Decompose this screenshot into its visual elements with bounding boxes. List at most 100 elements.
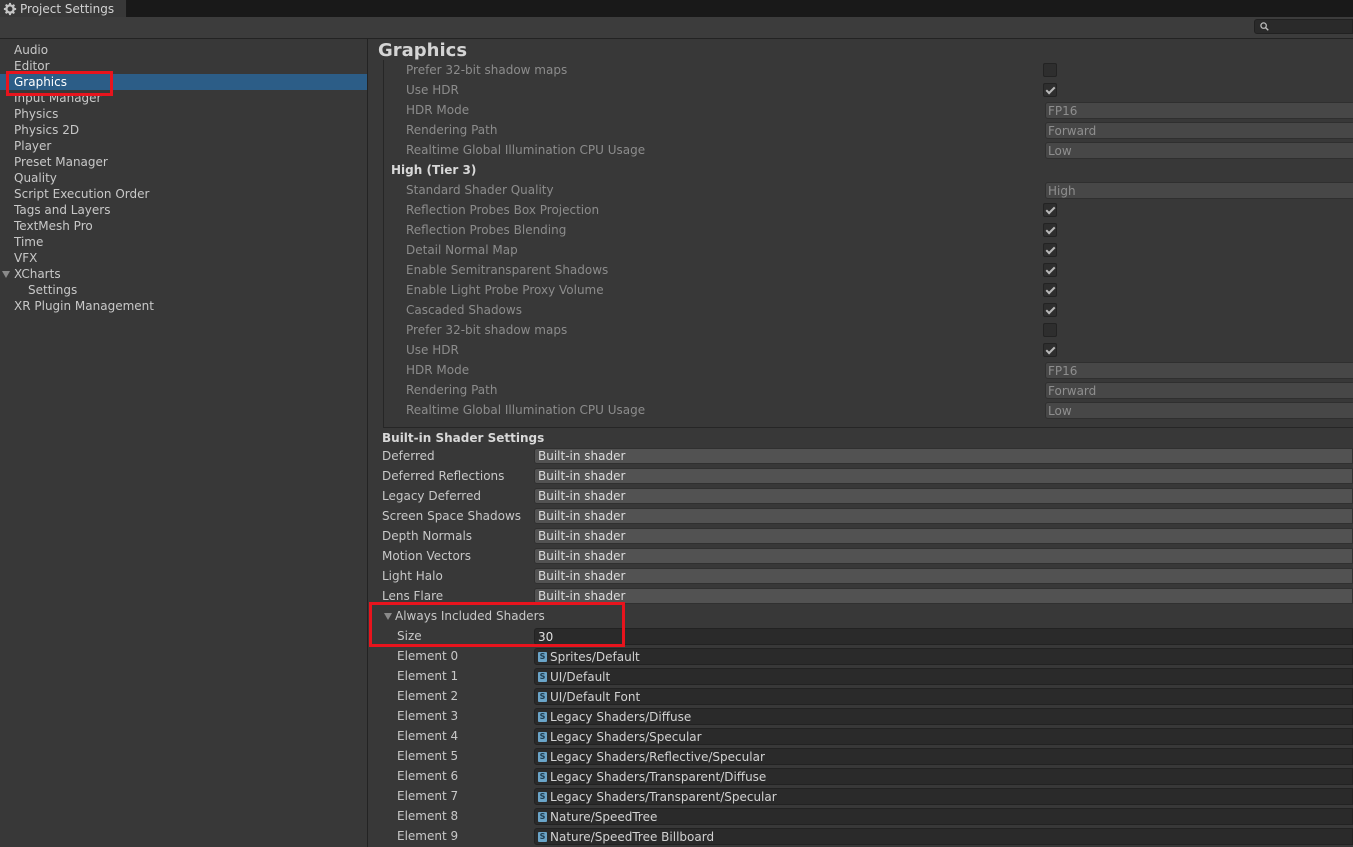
- sidebar-item-script-execution-order[interactable]: Script Execution Order: [0, 186, 367, 202]
- use-hdr-checkbox[interactable]: [1043, 343, 1057, 357]
- sidebar-item-xr-plugin-management[interactable]: XR Plugin Management: [0, 298, 367, 314]
- shader-object-field[interactable]: S Legacy Shaders/Diffuse: [534, 708, 1353, 725]
- enable-light-probe-proxy-volume-checkbox[interactable]: [1043, 283, 1057, 297]
- builtin-shader-row: Deferred Reflections Built-in shader: [368, 466, 1353, 486]
- shader-icon: S: [538, 772, 547, 782]
- sidebar-item-player[interactable]: Player: [0, 138, 367, 154]
- sidebar-item-physics[interactable]: Physics: [0, 106, 367, 122]
- shader-object-field[interactable]: S Legacy Shaders/Transparent/Diffuse: [534, 768, 1353, 785]
- sidebar-item-xcharts-settings[interactable]: Settings: [0, 282, 367, 298]
- shader-object-field[interactable]: S Sprites/Default: [534, 648, 1353, 665]
- depth-normals-shader-dropdown[interactable]: Built-in shader: [534, 528, 1353, 544]
- shader-object-field[interactable]: S Nature/SpeedTree: [534, 808, 1353, 825]
- deferred-reflections-shader-dropdown[interactable]: Built-in shader: [534, 468, 1353, 484]
- dropdown-value: Forward: [1048, 384, 1097, 398]
- shader-object-field[interactable]: S UI/Default Font: [534, 688, 1353, 705]
- lens-flare-shader-dropdown[interactable]: Built-in shader: [534, 588, 1353, 604]
- dropdown-value: Built-in shader: [538, 549, 626, 563]
- motion-vectors-shader-dropdown[interactable]: Built-in shader: [534, 548, 1353, 564]
- rendering-path-dropdown[interactable]: Forward: [1045, 382, 1353, 399]
- prefer-32bit-shadow-maps-checkbox[interactable]: [1043, 323, 1057, 337]
- always-included-shaders-foldout[interactable]: Always Included Shaders: [368, 606, 1353, 626]
- shader-icon: S: [538, 732, 547, 742]
- realtime-gi-cpu-usage-dropdown[interactable]: Low: [1045, 142, 1353, 159]
- setting-row: Realtime Global Illumination CPU Usage L…: [368, 140, 1353, 160]
- setting-label: Cascaded Shadows: [406, 303, 522, 317]
- setting-row: Use HDR: [368, 80, 1353, 100]
- page-title: Graphics: [378, 40, 468, 61]
- window-title: Project Settings: [20, 1, 115, 16]
- sidebar-item-xcharts[interactable]: XCharts: [0, 266, 367, 282]
- setting-label: Depth Normals: [382, 529, 473, 543]
- reflection-probes-blending-checkbox[interactable]: [1043, 223, 1057, 237]
- rendering-path-dropdown[interactable]: Forward: [1045, 122, 1353, 139]
- dropdown-value: Built-in shader: [538, 589, 626, 603]
- shader-element-row: Element 8 S Nature/SpeedTree: [368, 806, 1353, 826]
- dropdown-value: Low: [1048, 404, 1072, 418]
- search-input[interactable]: [1254, 19, 1353, 34]
- shader-name: UI/Default: [550, 670, 611, 684]
- setting-label: Lens Flare: [382, 589, 444, 603]
- setting-label: Use HDR: [406, 343, 459, 357]
- sidebar-item-label: Input Manager: [14, 91, 102, 105]
- legacy-deferred-shader-dropdown[interactable]: Built-in shader: [534, 488, 1353, 504]
- sidebar-item-label: Quality: [14, 171, 57, 185]
- prefer-32bit-shadow-maps-checkbox[interactable]: [1043, 63, 1057, 77]
- tier3-header-row: High (Tier 3): [368, 160, 1353, 180]
- size-label: Size: [397, 629, 422, 643]
- fold-arrow-icon[interactable]: [384, 613, 392, 620]
- sidebar-item-label: Graphics: [14, 75, 67, 89]
- sidebar-item-audio[interactable]: Audio: [0, 42, 367, 58]
- graphics-settings-panel: Graphics Prefer 32-bit shadow maps Use H…: [368, 39, 1353, 847]
- light-halo-shader-dropdown[interactable]: Built-in shader: [534, 568, 1353, 584]
- sidebar-item-label: Physics: [14, 107, 59, 121]
- standard-shader-quality-dropdown[interactable]: High: [1045, 182, 1353, 199]
- setting-row: Rendering Path Forward: [368, 120, 1353, 140]
- shader-icon: S: [538, 692, 547, 702]
- sidebar-item-quality[interactable]: Quality: [0, 170, 367, 186]
- cascaded-shadows-checkbox[interactable]: [1043, 303, 1057, 317]
- array-size-row: Size 30: [368, 626, 1353, 646]
- setting-row: HDR Mode FP16: [368, 360, 1353, 380]
- sidebar-item-physics-2d[interactable]: Physics 2D: [0, 122, 367, 138]
- sidebar-item-tags-and-layers[interactable]: Tags and Layers: [0, 202, 367, 218]
- array-size-field[interactable]: 30: [534, 628, 1353, 645]
- sidebar-item-time[interactable]: Time: [0, 234, 367, 250]
- shader-element-row: Element 0 S Sprites/Default: [368, 646, 1353, 666]
- shader-icon: S: [538, 672, 547, 682]
- detail-normal-map-checkbox[interactable]: [1043, 243, 1057, 257]
- shader-name: Nature/SpeedTree Billboard: [550, 830, 715, 844]
- sidebar-item-textmesh-pro[interactable]: TextMesh Pro: [0, 218, 367, 234]
- setting-label: HDR Mode: [406, 363, 470, 377]
- builtin-shader-row: Light Halo Built-in shader: [368, 566, 1353, 586]
- sidebar-item-vfx[interactable]: VFX: [0, 250, 367, 266]
- shader-object-field[interactable]: S Legacy Shaders/Specular: [534, 728, 1353, 745]
- sidebar-item-input-manager[interactable]: Input Manager: [0, 90, 367, 106]
- project-settings-tab[interactable]: Project Settings: [0, 0, 127, 17]
- shader-object-field[interactable]: S Legacy Shaders/Reflective/Specular: [534, 748, 1353, 765]
- shader-icon: S: [538, 652, 547, 662]
- sidebar-item-graphics[interactable]: Graphics: [0, 74, 367, 90]
- sidebar-item-preset-manager[interactable]: Preset Manager: [0, 154, 367, 170]
- shader-name: Legacy Shaders/Transparent/Specular: [550, 790, 777, 804]
- setting-row: Cascaded Shadows: [368, 300, 1353, 320]
- hdr-mode-dropdown[interactable]: FP16: [1045, 362, 1353, 379]
- enable-semitransparent-shadows-checkbox[interactable]: [1043, 263, 1057, 277]
- fold-arrow-icon[interactable]: [2, 271, 10, 278]
- realtime-gi-cpu-usage-dropdown[interactable]: Low: [1045, 402, 1353, 419]
- sidebar-item-editor[interactable]: Editor: [0, 58, 367, 74]
- sidebar-item-label: Tags and Layers: [14, 203, 111, 217]
- setting-row: HDR Mode FP16: [368, 100, 1353, 120]
- screen-space-shadows-shader-dropdown[interactable]: Built-in shader: [534, 508, 1353, 524]
- shader-object-field[interactable]: S Legacy Shaders/Transparent/Specular: [534, 788, 1353, 805]
- shader-object-field[interactable]: S UI/Default: [534, 668, 1353, 685]
- use-hdr-checkbox[interactable]: [1043, 83, 1057, 97]
- hdr-mode-dropdown[interactable]: FP16: [1045, 102, 1353, 119]
- shader-icon: S: [538, 752, 547, 762]
- setting-row: Reflection Probes Blending: [368, 220, 1353, 240]
- dropdown-value: FP16: [1048, 364, 1078, 378]
- setting-row: Standard Shader Quality High: [368, 180, 1353, 200]
- reflection-probes-box-projection-checkbox[interactable]: [1043, 203, 1057, 217]
- shader-object-field[interactable]: S Nature/SpeedTree Billboard: [534, 828, 1353, 845]
- deferred-shader-dropdown[interactable]: Built-in shader: [534, 448, 1353, 464]
